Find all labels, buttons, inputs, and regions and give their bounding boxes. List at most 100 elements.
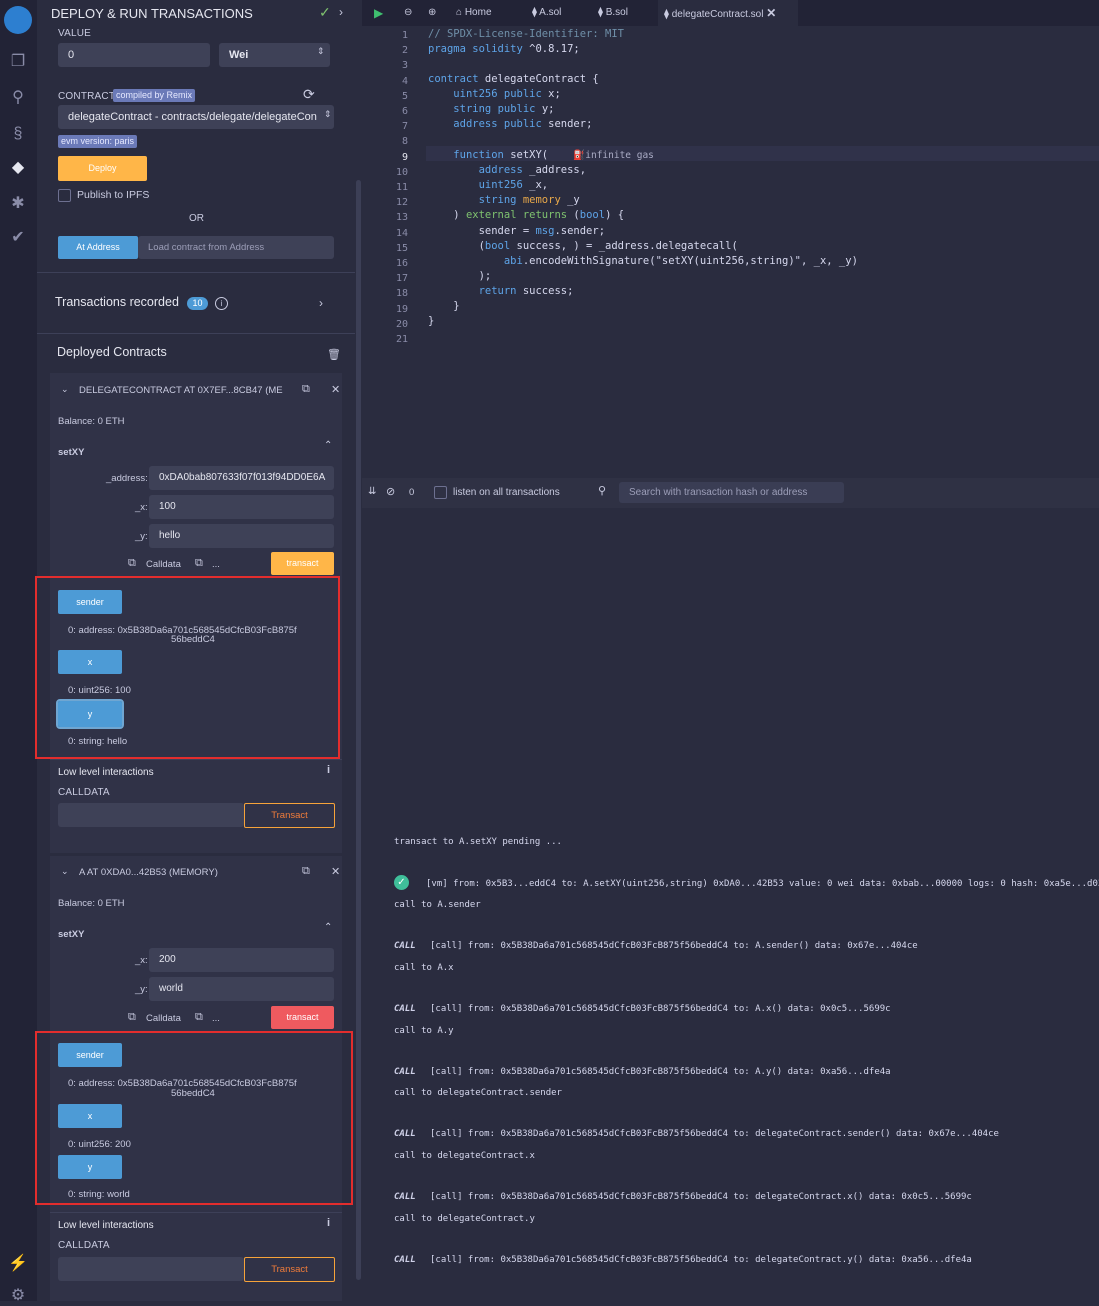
pending-line: transact to A.setXY pending ... bbox=[394, 837, 562, 847]
trash-icon[interactable]: 🗑 bbox=[327, 348, 341, 361]
transact-button[interactable]: transact bbox=[271, 552, 334, 575]
calldata-input[interactable] bbox=[58, 1257, 244, 1281]
low-level-transact-button[interactable]: Transact bbox=[244, 803, 335, 828]
call-title: call to A.x bbox=[394, 963, 454, 973]
code-editor[interactable]: // SPDX-License-Identifier: MIT pragma s… bbox=[426, 26, 1099, 478]
divider bbox=[37, 333, 355, 334]
call-title: call to delegateContract.y bbox=[394, 1214, 535, 1224]
call-log-line[interactable]: [call] from: 0x5B38Da6a701c568545dCfcB03… bbox=[430, 941, 918, 951]
call-log-line[interactable]: [call] from: 0x5B38Da6a701c568545dCfcB03… bbox=[430, 1129, 999, 1139]
debugger-icon[interactable]: ✱ bbox=[8, 194, 28, 214]
zoom-out-icon[interactable]: ⊖ bbox=[404, 0, 412, 26]
line-number: 21 bbox=[395, 334, 408, 345]
info-icon[interactable]: i bbox=[215, 297, 228, 310]
listen-checkbox[interactable] bbox=[434, 486, 447, 499]
tab-home[interactable]: ⌂ Home bbox=[456, 0, 492, 26]
deploy-run-panel: DEPLOY & RUN TRANSACTIONS ✓ › VALUE 0 We… bbox=[35, 0, 355, 1301]
call-log-line[interactable]: [call] from: 0x5B38Da6a701c568545dCfcB03… bbox=[430, 1004, 891, 1014]
clear-console-icon[interactable]: ⊘ bbox=[386, 485, 395, 498]
tx-log-line[interactable]: [vm] from: 0x5B3...eddC4 to: A.setXY(uin… bbox=[426, 879, 1099, 889]
copy-calldata-icon[interactable]: ⧉ bbox=[128, 1011, 136, 1024]
collapse-terminal-icon[interactable]: ⇊ bbox=[368, 486, 376, 497]
call-tag: CALL bbox=[394, 1192, 416, 1202]
contract-select[interactable]: delegateContract - contracts/delegate/de… bbox=[58, 105, 334, 129]
file-explorer-icon[interactable]: ❐ bbox=[8, 52, 28, 72]
call-tag: CALL bbox=[394, 941, 416, 951]
divider bbox=[37, 272, 355, 273]
at-address-button[interactable]: At Address bbox=[58, 236, 138, 259]
chevron-up-icon[interactable]: ⌃ bbox=[324, 922, 332, 933]
tab-delegatecontract-sol[interactable]: ⧫ delegateContract.sol ✕ bbox=[658, 0, 798, 26]
transactions-recorded-label[interactable]: Transactions recorded bbox=[55, 295, 179, 309]
call-log-line[interactable]: [call] from: 0x5B38Da6a701c568545dCfcB03… bbox=[430, 1255, 972, 1265]
low-level-transact-button[interactable]: Transact bbox=[244, 1257, 335, 1282]
remix-logo-icon[interactable] bbox=[4, 6, 32, 34]
call-title: call to delegateContract.x bbox=[394, 1151, 535, 1161]
deploy-run-icon[interactable]: ◆ bbox=[8, 158, 28, 178]
instance-title[interactable]: DELEGATECONTRACT AT 0X7EF...8CB47 (ME bbox=[79, 385, 283, 396]
low-level-info-icon[interactable]: i bbox=[327, 764, 330, 776]
copy-calldata-icon[interactable]: ⧉ bbox=[128, 557, 136, 570]
close-icon[interactable]: ✕ bbox=[331, 383, 340, 396]
value-input[interactable]: 0 bbox=[58, 43, 210, 67]
tab-a-sol[interactable]: ⧫ A.sol bbox=[532, 0, 561, 26]
call-log-line[interactable]: [call] from: 0x5B38Da6a701c568545dCfcB03… bbox=[430, 1192, 972, 1202]
param-label: _y: bbox=[135, 984, 148, 995]
plugin-manager-icon[interactable]: ⚡ bbox=[8, 1254, 28, 1274]
scroll-thumb[interactable] bbox=[356, 180, 361, 1280]
settings-icon[interactable]: ⚙ bbox=[8, 1286, 28, 1306]
param-input[interactable]: world bbox=[149, 977, 334, 1001]
instance-title[interactable]: A AT 0XDA0...42B53 (MEMORY) bbox=[79, 867, 218, 878]
load-address-input[interactable]: Load contract from Address bbox=[138, 236, 334, 259]
copy-params-icon[interactable]: ⧉ bbox=[195, 557, 203, 570]
calldata-caps-label: CALLDATA bbox=[58, 1240, 110, 1251]
param-input[interactable]: hello bbox=[149, 524, 334, 548]
low-level-label: Low level interactions bbox=[58, 767, 154, 778]
calldata-input[interactable] bbox=[58, 803, 244, 827]
publish-ipfs-checkbox[interactable] bbox=[58, 189, 71, 202]
terminal-search-input[interactable]: Search with transaction hash or address bbox=[619, 482, 844, 503]
value-label: VALUE bbox=[58, 28, 92, 39]
line-number: 4 bbox=[401, 75, 408, 87]
zoom-in-icon[interactable]: ⊕ bbox=[428, 0, 436, 26]
line-number: 17 bbox=[395, 273, 408, 285]
transact-button[interactable]: transact bbox=[271, 1006, 334, 1029]
close-tab-icon[interactable]: ✕ bbox=[766, 6, 776, 20]
run-icon[interactable]: ▶ bbox=[374, 0, 383, 26]
unit-select[interactable]: Wei bbox=[219, 43, 330, 67]
function-name: setXY bbox=[58, 447, 85, 458]
call-title: call to A.sender bbox=[394, 900, 481, 910]
refresh-icon[interactable]: ⟳ bbox=[303, 86, 315, 103]
low-level-info-icon[interactable]: i bbox=[327, 1217, 330, 1229]
terminal-output: transact to A.setXY pending ... ✓ [vm] f… bbox=[362, 508, 1099, 1301]
line-number: 14 bbox=[395, 227, 408, 239]
collapse-chevron-icon[interactable]: ⌄ bbox=[61, 384, 69, 395]
evm-badge: evm version: paris bbox=[58, 135, 138, 148]
collapse-chevron-icon[interactable]: ⌄ bbox=[61, 866, 69, 877]
gas-icon: ⛽ bbox=[573, 150, 586, 161]
compiled-badge: compiled by Remix bbox=[113, 89, 196, 102]
copy-icon[interactable]: ⧉ bbox=[302, 865, 310, 878]
line-number: 16 bbox=[395, 258, 408, 269]
search-icon[interactable]: ⚲ bbox=[8, 88, 28, 108]
deploy-button[interactable]: Deploy bbox=[58, 156, 147, 181]
call-log-line[interactable]: [call] from: 0x5B38Da6a701c568545dCfcB03… bbox=[430, 1067, 891, 1077]
tab-b-sol[interactable]: ⧫ B.sol bbox=[598, 0, 628, 26]
param-input[interactable]: 100 bbox=[149, 495, 334, 519]
chevron-right-icon[interactable]: › bbox=[339, 5, 343, 19]
param-input[interactable]: 0xDA0bab807633f07f013f94DD0E6A bbox=[149, 466, 334, 490]
copy-params-icon[interactable]: ⧉ bbox=[195, 1011, 203, 1024]
param-label: _y: bbox=[135, 531, 148, 542]
close-icon[interactable]: ✕ bbox=[331, 865, 340, 878]
copy-icon[interactable]: ⧉ bbox=[302, 383, 310, 396]
solidity-icon: ⧫ bbox=[598, 7, 606, 18]
divider bbox=[50, 1212, 342, 1213]
line-number: 9 bbox=[401, 151, 408, 163]
param-input[interactable]: 200 bbox=[149, 948, 334, 972]
chevron-up-icon[interactable]: ⌃ bbox=[324, 440, 332, 451]
compiler-icon[interactable]: § bbox=[8, 124, 28, 144]
transactions-chevron-icon[interactable]: › bbox=[319, 296, 323, 310]
testing-icon[interactable]: ✔ bbox=[8, 228, 28, 248]
panel-scrollbar[interactable] bbox=[355, 0, 362, 1301]
line-gutter: 1 2 3 4 5 6 7 8 9 10 11 12 13 14 15 16 17 18 19 20 21 bbox=[362, 26, 426, 478]
